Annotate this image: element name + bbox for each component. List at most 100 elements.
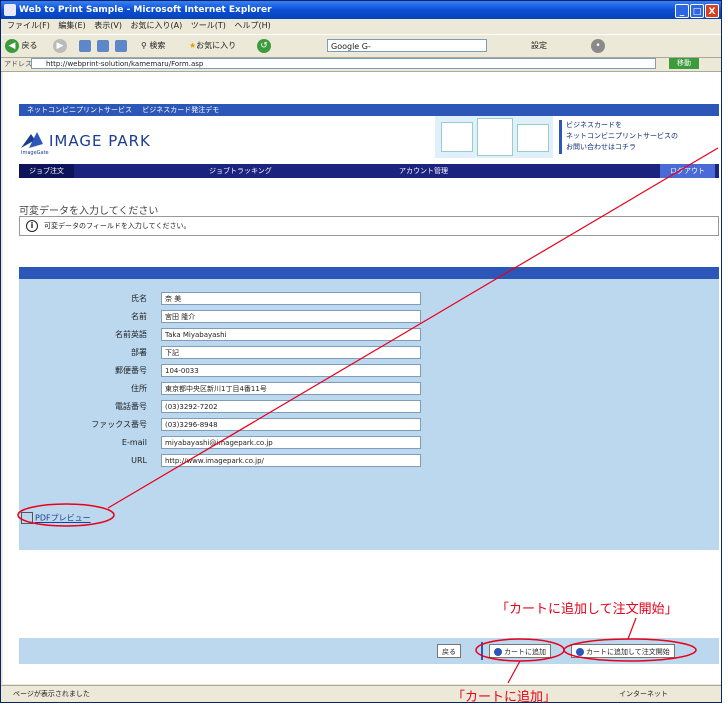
page-heading: 可変データを入力してください [19, 206, 159, 217]
refresh-button[interactable] [97, 38, 109, 54]
search-label: 検索 [149, 41, 166, 50]
site-top-links: ネットコンビニプリントサービス ビジネスカード発注デモ [19, 104, 719, 116]
top-link-businesscard[interactable]: ビジネスカード発注デモ [142, 106, 219, 114]
field-input[interactable]: http://www.imagepark.co.jp/ [161, 454, 421, 467]
banner-line-2: ネットコンビニプリントサービスの [566, 132, 678, 140]
cart-bullet-icon [494, 648, 502, 656]
back-page-button[interactable]: 戻る [437, 644, 461, 658]
refresh-icon [97, 39, 109, 52]
window-title: Web to Print Sample - Microsoft Internet… [19, 5, 272, 15]
field-label: 部署 [131, 348, 147, 357]
banner-line-3: お問い合わせはコチラ [566, 143, 636, 151]
add-and-order-button[interactable]: カートに追加して注文開始 [571, 644, 675, 658]
top-link-netconvini[interactable]: ネットコンビニプリントサービス [27, 106, 132, 114]
status-bar: ページが表示されました インターネット [1, 685, 721, 702]
pdf-preview-link[interactable]: PDFプレビュー [21, 512, 91, 524]
field-label: ファックス番号 [91, 420, 147, 429]
form-row: 電話番号 (03)3292-7202 [19, 399, 719, 415]
settings-label: 設定 [531, 41, 547, 50]
field-label: 郵便番号 [115, 366, 147, 375]
field-input[interactable]: miyabayashi@imagepark.co.jp [161, 436, 421, 449]
go-button[interactable]: 移動 [669, 58, 699, 69]
info-text: 可変データのフィールドを入力してください。 [44, 222, 191, 230]
google-value: G- [361, 42, 371, 51]
logo-text: IMAGE PARK [49, 132, 151, 150]
info-icon: i [26, 220, 38, 232]
extension-icon: • [591, 38, 605, 53]
menu-view[interactable]: 表示(V) [94, 21, 122, 30]
status-text: ページが表示されました [13, 690, 90, 698]
form-row: 部署 下記 [19, 345, 719, 361]
order-bullet-icon [576, 648, 584, 656]
add-and-order-label: カートに追加して注文開始 [586, 648, 670, 656]
form-row: E-mail miyabayashi@imagepark.co.jp [19, 435, 719, 451]
banner-text: ビジネスカードを ネットコンビニプリントサービスの お問い合わせはコチラ [559, 120, 715, 154]
field-input[interactable]: 奈 美 [161, 292, 421, 305]
banner-line-1: ビジネスカードを [566, 121, 622, 129]
nav-job-order[interactable]: ジョブ注文 [19, 164, 74, 178]
page-content: ネットコンビニプリントサービス ビジネスカード発注デモ IMAGE PARK I… [3, 72, 721, 684]
add-to-cart-button[interactable]: カートに追加 [489, 644, 551, 658]
form-row: URL http://www.imagepark.co.jp/ [19, 453, 719, 469]
form-row: 住所 東京都中央区新川1丁目4番11号 [19, 381, 719, 397]
form-row: 名前英語 Taka Miyabayashi [19, 327, 719, 343]
home-button[interactable] [115, 38, 127, 54]
field-input[interactable]: 宮田 隆介 [161, 310, 421, 323]
contact-banner[interactable]: ビジネスカードを ネットコンビニプリントサービスの お問い合わせはコチラ [435, 116, 715, 158]
history-button[interactable]: ↺ [257, 38, 271, 54]
field-label: 住所 [131, 384, 147, 393]
field-label: 名前英語 [115, 330, 147, 339]
field-input[interactable]: (03)3296-8948 [161, 418, 421, 431]
field-label: 電話番号 [115, 402, 147, 411]
favorites-button[interactable]: ★お気に入り [189, 38, 236, 54]
field-input[interactable]: Taka Miyabayashi [161, 328, 421, 341]
field-label: E-mail [121, 438, 147, 447]
google-label: Google [331, 42, 360, 51]
minimize-button[interactable]: _ [675, 4, 689, 18]
forward-button[interactable]: ▶ [53, 38, 67, 54]
back-button[interactable]: ◀ 戻る [5, 38, 38, 54]
address-bar: アドレス(D) http://webprint-solution/kamemar… [1, 57, 721, 72]
toolbar-settings-button[interactable]: 設定 [531, 38, 547, 54]
search-icon: ⚲ [141, 41, 147, 50]
nav-logout[interactable]: ログアウト [660, 164, 715, 178]
button-separator [481, 642, 483, 660]
ie-icon [4, 4, 16, 16]
banner-image [435, 116, 553, 158]
annotation-add-to-cart: 「カートに追加」 [452, 690, 557, 705]
toolbar: ◀ 戻る ▶ ⚲ 検索 ★お気に入り ↺ Google G- 設定 • [1, 34, 721, 58]
menu-file[interactable]: ファイル(F) [7, 21, 50, 30]
favorites-label: お気に入り [196, 41, 237, 50]
add-to-cart-label: カートに追加 [504, 648, 546, 656]
form-row: 氏名 奈 美 [19, 291, 719, 307]
history-icon: ↺ [257, 38, 271, 53]
form-row: 郵便番号 104-0033 [19, 363, 719, 379]
back-label: 戻る [21, 41, 38, 50]
address-input[interactable]: http://webprint-solution/kamemaru/Form.a… [31, 58, 656, 69]
pdf-preview-label: PDFプレビュー [35, 513, 91, 523]
menu-help[interactable]: ヘルプ(H) [234, 21, 270, 30]
google-search-input[interactable]: Google G- [327, 39, 487, 52]
maximize-button[interactable]: □ [690, 4, 704, 18]
field-input[interactable]: 東京都中央区新川1丁目4番11号 [161, 382, 421, 395]
menu-favorites[interactable]: お気に入り(A) [131, 21, 183, 30]
home-icon [115, 39, 127, 52]
stop-button[interactable] [79, 38, 91, 54]
menu-tools[interactable]: ツール(T) [191, 21, 226, 30]
close-button[interactable]: X [705, 4, 719, 18]
nav-job-tracking[interactable]: ジョブトラッキング [209, 164, 272, 178]
field-label: 名前 [131, 312, 147, 321]
title-bar: Web to Print Sample - Microsoft Internet… [1, 1, 721, 19]
field-label: 氏名 [131, 294, 147, 303]
menu-bar: ファイル(F) 編集(E) 表示(V) お気に入り(A) ツール(T) ヘルプ(… [1, 19, 721, 33]
toolbar-extra-button[interactable]: • [591, 38, 605, 54]
field-input[interactable]: (03)3292-7202 [161, 400, 421, 413]
field-label: URL [131, 456, 147, 465]
logo-mark-icon [21, 132, 43, 148]
field-input[interactable]: 104-0033 [161, 364, 421, 377]
search-button[interactable]: ⚲ 検索 [141, 38, 165, 54]
stop-icon [79, 39, 91, 52]
field-input[interactable]: 下記 [161, 346, 421, 359]
menu-edit[interactable]: 編集(E) [58, 21, 85, 30]
nav-account[interactable]: アカウント管理 [399, 164, 448, 178]
